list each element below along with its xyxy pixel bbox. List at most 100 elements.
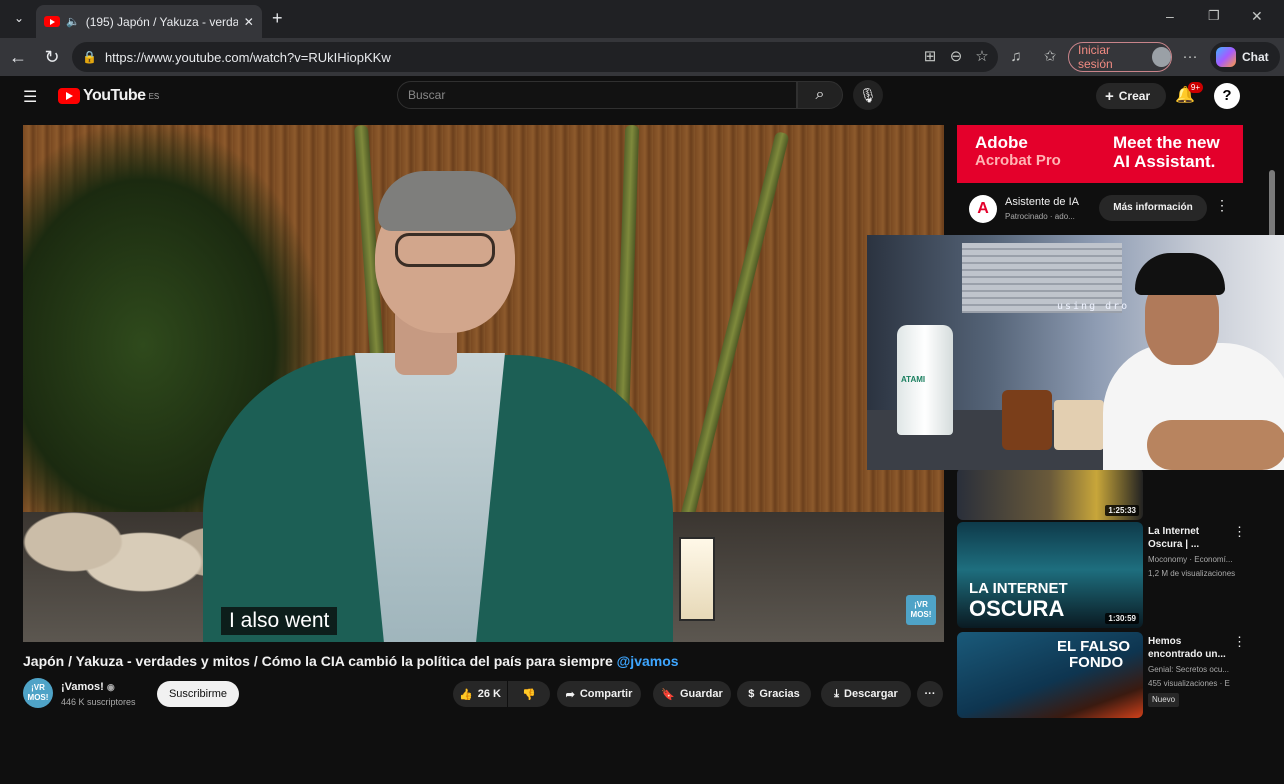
video-title: Japón / Yakuza - verdades y mitos / Cómo…: [23, 653, 679, 669]
copilot-icon: [1216, 47, 1236, 67]
new-tab-icon[interactable]: +: [272, 8, 283, 29]
notifications-bell-icon[interactable]: 🔔 9+: [1173, 82, 1203, 108]
recommendation-thumbnail[interactable]: EL FALSO FONDO: [957, 632, 1143, 718]
media-control-icon[interactable]: ♫: [1006, 47, 1026, 67]
verified-icon: ◉: [106, 682, 115, 692]
video-duration: 1:25:33: [1105, 505, 1139, 516]
channel-mention-link[interactable]: @jvamos: [617, 653, 679, 669]
browser-tab-bar: ⌄ 🔈 (195) Japón / Yakuza - verdad ✕ + – …: [0, 0, 1284, 38]
account-avatar[interactable]: ?: [1214, 83, 1240, 109]
chat-label: Chat: [1242, 50, 1269, 64]
recommendation-menu-icon[interactable]: ⋮: [1233, 524, 1246, 540]
video-duration: 1:30:59: [1105, 613, 1139, 624]
jar: [1002, 390, 1052, 450]
close-window-icon[interactable]: ✕: [1251, 8, 1263, 25]
menu-hamburger-icon[interactable]: ☰: [23, 87, 37, 107]
microphone-icon[interactable]: 🎙: [853, 80, 883, 110]
recommendation-title[interactable]: La Internet Oscura | ...: [1148, 525, 1238, 551]
tab-close-icon[interactable]: ✕: [244, 15, 254, 29]
like-count: 26 K: [477, 688, 501, 700]
ad-banner-headline-1: Meet the new: [1113, 133, 1220, 152]
download-button[interactable]: ⤓ Descargar: [821, 681, 911, 707]
site-info-icon[interactable]: 🔒: [82, 50, 97, 64]
person-hair: [378, 171, 516, 231]
copilot-chat-button[interactable]: Chat: [1210, 42, 1280, 72]
plus-icon: +: [1105, 87, 1114, 105]
streamer-hand: [1147, 420, 1284, 470]
streamer-cap: [1135, 253, 1225, 295]
ad-banner-headline-2: AI Assistant.: [1113, 152, 1216, 171]
new-badge: Nuevo: [1148, 693, 1180, 707]
browser-toolbar: ← ↻ 🔒 https://www.youtube.com/watch?v=RU…: [0, 38, 1284, 76]
address-bar[interactable]: 🔒 https://www.youtube.com/watch?v=RUkIHi…: [72, 42, 998, 72]
search-icon[interactable]: ⌕: [797, 81, 843, 109]
more-options-icon[interactable]: ···: [1180, 47, 1200, 67]
youtube-play-icon: [58, 88, 80, 104]
back-icon[interactable]: ←: [6, 46, 30, 68]
app-available-icon[interactable]: ⊞: [920, 47, 940, 67]
restore-icon[interactable]: ❐: [1208, 8, 1220, 24]
create-button[interactable]: + Crear: [1096, 83, 1166, 109]
recommendation-channel[interactable]: Moconomy · Economí...: [1148, 554, 1232, 566]
ad-menu-icon[interactable]: ⋮: [1215, 197, 1229, 214]
create-label: Crear: [1118, 89, 1151, 103]
subscribe-button[interactable]: Suscribirme: [157, 681, 239, 707]
favorite-star-icon[interactable]: ☆: [972, 47, 992, 67]
channel-watermark[interactable]: ¡VR MOS!: [906, 595, 936, 625]
like-button[interactable]: 👍 26 K: [453, 681, 507, 707]
subscriber-count: 446 K suscriptores: [61, 697, 136, 707]
youtube-wordmark: YouTube: [83, 87, 146, 104]
share-button[interactable]: ➦ Compartir: [557, 681, 641, 707]
person-glasses: [395, 233, 495, 267]
ad-more-info-button[interactable]: Más información: [1099, 195, 1207, 221]
download-label: Descargar: [844, 688, 898, 700]
webcam-overlay-text: using dro: [1057, 301, 1130, 312]
save-label: Guardar: [679, 688, 723, 700]
recommendation-title-line: Oscura | ...: [1148, 539, 1200, 550]
ad-banner-brand: Adobe: [975, 133, 1028, 152]
region-code: ES: [148, 91, 160, 101]
recommendation-title-line: encontrado un...: [1148, 649, 1226, 660]
thanks-label: Gracias: [759, 688, 800, 700]
thumbnail-text: LA INTERNET: [969, 580, 1068, 597]
recommendation-thumbnail[interactable]: 1:25:33: [957, 468, 1143, 520]
reload-icon[interactable]: ↻: [40, 46, 64, 68]
webcam-overlay: ATAMI using dro: [867, 235, 1284, 470]
channel-name-text: ¡Vamos!: [61, 681, 104, 693]
thumbs-down-icon: 👎: [522, 688, 536, 701]
recommendation-title-line: Hemos: [1148, 636, 1182, 647]
recommendation-channel[interactable]: Genial: Secretos ocu...: [1148, 664, 1229, 676]
dislike-button[interactable]: 👎: [508, 681, 550, 707]
browser-tab[interactable]: 🔈 (195) Japón / Yakuza - verdad ✕: [36, 5, 262, 38]
recommendation-title[interactable]: Hemos encontrado un...: [1148, 635, 1238, 661]
video-caption: I also went: [221, 607, 338, 635]
youtube-logo[interactable]: YouTube ES: [58, 87, 159, 105]
ad-sponsor: Patrocinado · ado...: [1005, 212, 1075, 221]
speaker-icon[interactable]: 🔈: [66, 15, 80, 28]
tab-list-chevron-icon[interactable]: ⌄: [10, 9, 28, 27]
notification-badge: 9+: [1187, 82, 1203, 93]
signin-button[interactable]: Iniciar sesión: [1068, 42, 1172, 72]
zoom-icon[interactable]: ⊖: [946, 47, 966, 67]
channel-name[interactable]: ¡Vamos! ◉: [61, 681, 115, 693]
ad-title: Asistente de IA: [1005, 196, 1079, 208]
share-icon: ➦: [565, 688, 575, 701]
thumbnail-text: OSCURA: [969, 596, 1065, 621]
recommendation-thumbnail[interactable]: LA INTERNET OSCURA 1:30:59: [957, 522, 1143, 628]
search-input[interactable]: Buscar: [397, 81, 797, 109]
profile-avatar-icon: [1151, 47, 1171, 67]
video-title-text: Japón / Yakuza - verdades y mitos / Cómo…: [23, 653, 613, 669]
thanks-button[interactable]: $ Gracias: [737, 681, 811, 707]
channel-avatar[interactable]: ¡VR MOS!: [23, 678, 53, 708]
bottle-label: ATAMI: [901, 375, 926, 384]
recommendation-menu-icon[interactable]: ⋮: [1233, 634, 1246, 650]
sponsored-ad[interactable]: Adobe Acrobat Pro Meet the new AI Assist…: [957, 125, 1243, 233]
favorites-icon[interactable]: ✩: [1040, 47, 1060, 67]
video-player[interactable]: I also went ¡VR MOS!: [23, 125, 944, 642]
save-button[interactable]: 🔖 Guardar: [653, 681, 731, 707]
minimize-icon[interactable]: –: [1166, 8, 1174, 24]
ad-banner[interactable]: Adobe Acrobat Pro Meet the new AI Assist…: [957, 125, 1243, 183]
thanks-icon: $: [748, 688, 755, 700]
url-text: https://www.youtube.com/watch?v=RUkIHiop…: [104, 49, 391, 65]
more-actions-button[interactable]: ···: [917, 681, 943, 707]
